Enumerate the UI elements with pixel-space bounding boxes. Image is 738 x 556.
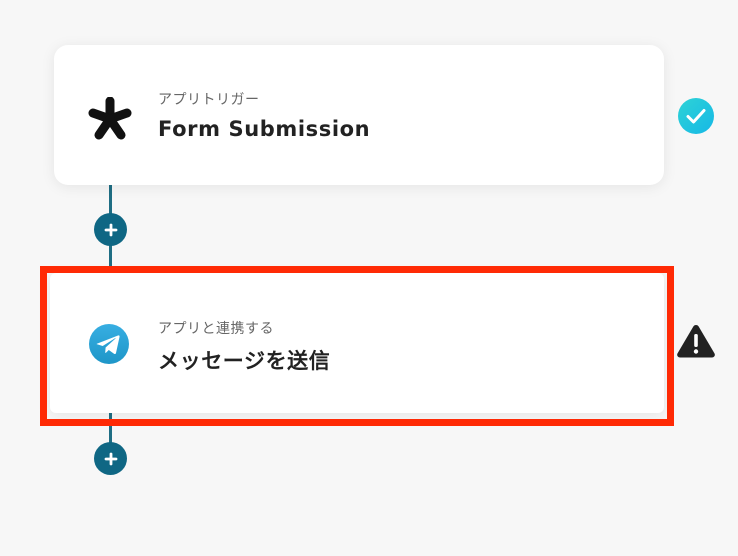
warning-icon — [676, 323, 716, 359]
success-check-icon — [677, 97, 715, 135]
telegram-icon — [88, 323, 130, 365]
step-type-label: アプリトリガー — [158, 92, 260, 108]
plus-icon — [104, 452, 117, 465]
asterisk-icon — [86, 95, 134, 143]
step-card-trigger[interactable]: アプリトリガー Form Submission — [54, 45, 664, 185]
step-title: Form Submission — [158, 117, 371, 141]
add-step-button[interactable] — [94, 442, 127, 475]
plus-icon — [104, 223, 117, 236]
step-card-action[interactable]: アプリと連携する メッセージを送信 — [50, 273, 664, 413]
add-step-button[interactable] — [94, 213, 127, 246]
step-title: メッセージを送信 — [158, 349, 331, 373]
step-type-label: アプリと連携する — [158, 321, 274, 337]
